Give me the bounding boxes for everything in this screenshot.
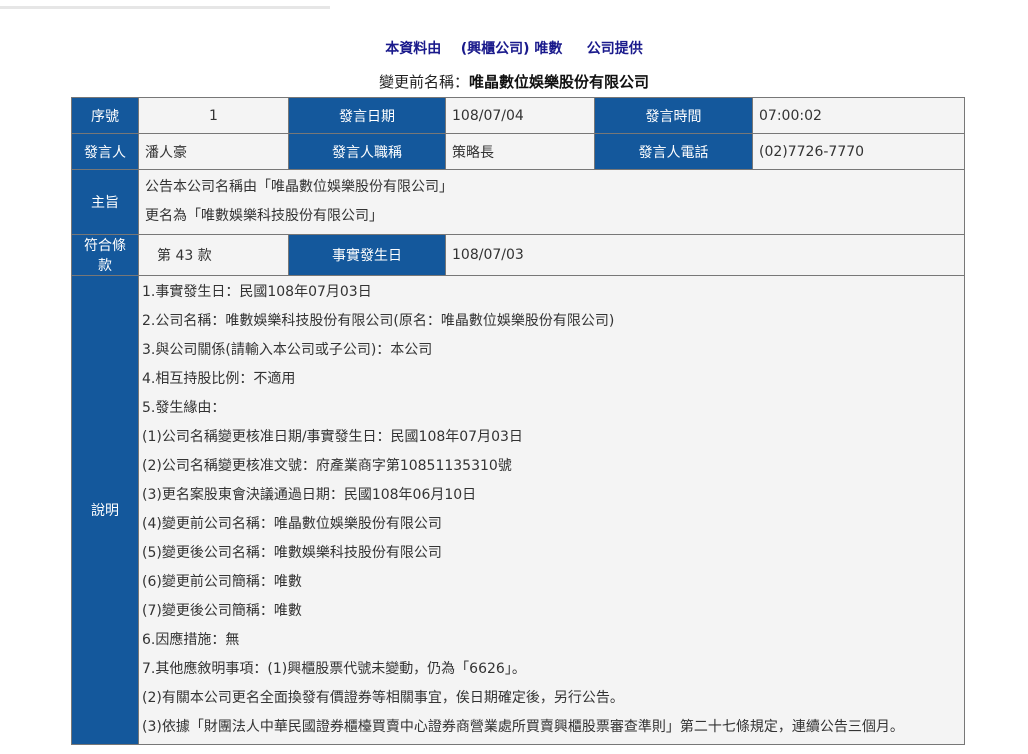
speaker-title-label: 發言人職稱: [288, 133, 446, 170]
announcement-table: 序號 1 發言日期 108/07/04 發言時間 07:00:02 發言人 潘人…: [71, 97, 965, 745]
top-scroll-bar: [0, 6, 330, 9]
description-line: 1.事實發生日：民國108年07月03日: [142, 284, 372, 300]
description-line: (3)更名案股東會決議通過日期：民國108年06月10日: [142, 487, 477, 503]
description-line: 3.與公司關係(請輸入本公司或子公司)：本公司: [142, 342, 433, 358]
seq-value: 1: [138, 97, 289, 134]
description-line: 2.公司名稱：唯數娛樂科技股份有限公司(原名：唯晶數位娛樂股份有限公司): [142, 313, 615, 329]
subject-line: 公告本公司名稱由「唯晶數位娛樂股份有限公司」: [145, 179, 453, 195]
subject-value: 公告本公司名稱由「唯晶數位娛樂股份有限公司」 更名為「唯數娛樂科技股份有限公司」: [138, 169, 965, 235]
former-name-label: 變更前名稱：: [378, 73, 469, 91]
description-line: (5)變更後公司名稱：唯數娛樂科技股份有限公司: [142, 545, 442, 561]
former-name-header: 變更前名稱：唯晶數位娛樂股份有限公司: [0, 71, 1028, 92]
event-date-label: 事實發生日: [288, 234, 446, 276]
description-line: 7.其他應敘明事項：(1)興櫃股票代號未變動，仍為「6626」。: [142, 661, 526, 677]
description-line: (2)公司名稱變更核准文號：府產業商字第10851135310號: [142, 458, 512, 474]
description-lines: 1.事實發生日：民國108年07月03日 2.公司名稱：唯數娛樂科技股份有限公司…: [142, 276, 958, 744]
table-row: 符合條款 第 43 款 事實發生日 108/07/03: [71, 234, 965, 276]
clause-value: 第 43 款: [138, 234, 289, 276]
description-line: 6.因應措施：無: [142, 632, 240, 648]
table-row: 序號 1 發言日期 108/07/04 發言時間 07:00:02: [71, 97, 965, 134]
speaker-phone-value: (02)7726-7770: [752, 133, 965, 170]
description-line: (1)公司名稱變更核准日期/事實發生日：民國108年07月03日: [142, 429, 523, 445]
table-row: 說明 1.事實發生日：民國108年07月03日 2.公司名稱：唯數娛樂科技股份有…: [71, 275, 965, 745]
seq-label: 序號: [71, 97, 139, 134]
subject-label: 主旨: [71, 169, 139, 235]
description-line: 4.相互持股比例：不適用: [142, 371, 296, 387]
description-value: 1.事實發生日：民國108年07月03日 2.公司名稱：唯數娛樂科技股份有限公司…: [138, 275, 965, 745]
speaker-title-value: 策略長: [445, 133, 595, 170]
subject-line: 更名為「唯數娛樂科技股份有限公司」: [145, 208, 383, 224]
source-suffix: 公司提供: [586, 41, 643, 57]
former-name-value: 唯晶數位娛樂股份有限公司: [469, 73, 650, 91]
date-value: 108/07/04: [445, 97, 595, 134]
source-header: 本資料由 (興櫃公司) 唯數 公司提供: [0, 38, 1028, 58]
description-line: (6)變更前公司簡稱：唯數: [142, 574, 302, 590]
company-name: (興櫃公司) 唯數: [460, 41, 563, 57]
speaker-phone-label: 發言人電話: [594, 133, 753, 170]
speaker-label: 發言人: [71, 133, 139, 170]
description-line: (4)變更前公司名稱：唯晶數位娛樂股份有限公司: [142, 516, 442, 532]
description-line: (3)依據「財團法人中華民國證券櫃檯買賣中心證券商營業處所買賣興櫃股票審查準則」…: [142, 719, 904, 735]
speaker-value: 潘人豪: [138, 133, 289, 170]
time-value: 07:00:02: [752, 97, 965, 134]
source-prefix: 本資料由: [385, 41, 442, 57]
table-row: 發言人 潘人豪 發言人職稱 策略長 發言人電話 (02)7726-7770: [71, 133, 965, 170]
description-line: (7)變更後公司簡稱：唯數: [142, 603, 302, 619]
clause-label: 符合條款: [71, 234, 139, 276]
description-line: (2)有關本公司更名全面換發有價證券等相關事宜，俟日期確定後，另行公告。: [142, 690, 624, 706]
time-label: 發言時間: [594, 97, 753, 134]
description-label: 說明: [71, 275, 139, 745]
event-date-value: 108/07/03: [445, 234, 965, 276]
date-label: 發言日期: [288, 97, 446, 134]
table-row: 主旨 公告本公司名稱由「唯晶數位娛樂股份有限公司」 更名為「唯數娛樂科技股份有限…: [71, 169, 965, 235]
description-line: 5.發生緣由：: [142, 400, 226, 416]
